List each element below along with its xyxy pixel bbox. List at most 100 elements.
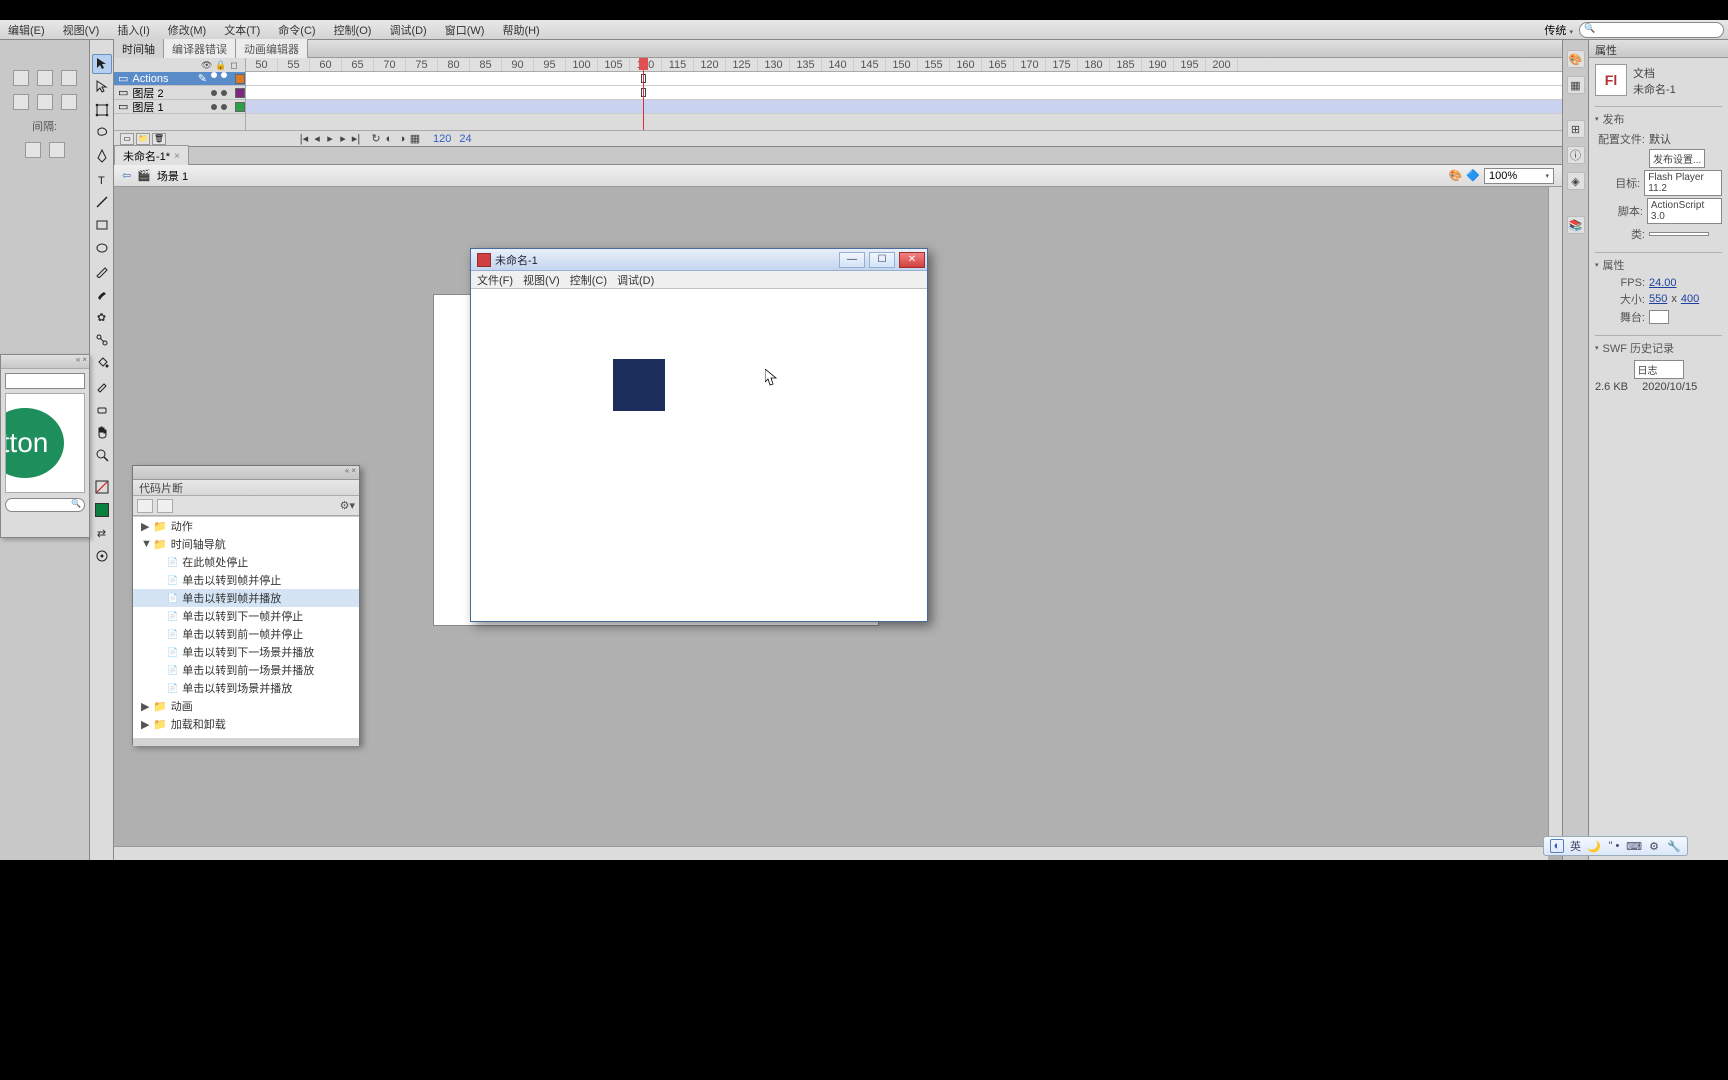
stage-color-swatch[interactable]: [1649, 310, 1669, 324]
ime-punct-icon[interactable]: " •: [1607, 839, 1621, 853]
stroke-color-swatch[interactable]: [92, 477, 112, 497]
swatches-panel-icon[interactable]: ▦: [1567, 76, 1585, 94]
next-frame-button[interactable]: ▸: [337, 133, 349, 145]
ime-mode-icon[interactable]: 🌙: [1587, 839, 1601, 853]
info-panel-icon[interactable]: ⓘ: [1567, 146, 1585, 164]
play-button[interactable]: ▸: [324, 133, 336, 145]
swf-menu-debug[interactable]: 调试(D): [617, 272, 654, 288]
onion-outlines-button[interactable]: ◑: [396, 133, 408, 145]
align-center-icon[interactable]: [37, 70, 53, 86]
script-select[interactable]: ActionScript 3.0: [1647, 198, 1722, 224]
tab-compiler-errors[interactable]: 编译器错误: [164, 39, 236, 59]
align-middle-icon[interactable]: [37, 94, 53, 110]
eraser-tool[interactable]: [92, 399, 112, 419]
snippets-options-icon[interactable]: ⚙▾: [340, 499, 355, 512]
menu-window[interactable]: 窗口(W): [441, 20, 489, 40]
snippet-item[interactable]: 📄单击以转到帧并停止: [133, 571, 359, 589]
rectangle-tool[interactable]: [92, 215, 112, 235]
swf-stage[interactable]: [473, 289, 925, 619]
menu-text[interactable]: 文本(T): [220, 20, 264, 40]
eyedropper-tool[interactable]: [92, 376, 112, 396]
paint-bucket-tool[interactable]: [92, 353, 112, 373]
text-tool[interactable]: T: [92, 169, 112, 189]
onion-skin-button[interactable]: ◐: [383, 133, 395, 145]
snippet-folder[interactable]: ▼📁时间轴导航: [133, 535, 359, 553]
add-to-frame-icon[interactable]: [137, 499, 153, 513]
edit-scene-icon[interactable]: 🎨: [1449, 169, 1463, 182]
hand-tool[interactable]: [92, 422, 112, 442]
swf-titlebar[interactable]: 未命名-1 — ☐ ✕: [471, 249, 927, 271]
library-panel-icon[interactable]: 📚: [1567, 216, 1585, 234]
ime-help-icon[interactable]: 🔧: [1667, 839, 1681, 853]
outline-column-icon[interactable]: ◻: [229, 60, 239, 71]
ime-settings-icon[interactable]: ⚙: [1647, 839, 1661, 853]
snippet-item[interactable]: 📄单击以转到场景并播放: [133, 679, 359, 697]
edit-symbol-icon[interactable]: 🔷: [1466, 169, 1480, 182]
pencil-tool[interactable]: [92, 261, 112, 281]
snippet-item[interactable]: 📄单击以转到帧并播放: [133, 589, 359, 607]
swf-menu-view[interactable]: 视图(V): [523, 272, 560, 288]
log-button[interactable]: 日志: [1634, 360, 1684, 379]
track-actions[interactable]: [246, 72, 1562, 86]
menu-debug[interactable]: 调试(D): [385, 20, 430, 40]
tab-motion-editor[interactable]: 动画编辑器: [236, 39, 308, 59]
swf-menu-control[interactable]: 控制(C): [570, 272, 607, 288]
color-panel-icon[interactable]: 🎨: [1567, 50, 1585, 68]
snippet-folder[interactable]: ▶📁动画: [133, 697, 359, 715]
snippet-folder[interactable]: ▶📁加载和卸载: [133, 715, 359, 733]
close-tab-icon[interactable]: ×: [174, 151, 180, 162]
eye-column-icon[interactable]: 👁: [201, 60, 211, 71]
library-search-input[interactable]: [5, 498, 85, 512]
track-layer2[interactable]: [246, 86, 1562, 100]
fill-color-swatch[interactable]: [92, 500, 112, 520]
panel-collapse-icon[interactable]: «: [76, 355, 80, 368]
snap-toggle[interactable]: [92, 546, 112, 566]
selection-tool[interactable]: [92, 54, 112, 74]
menu-view[interactable]: 视图(V): [59, 20, 104, 40]
snippet-item[interactable]: 📄单击以转到前一场景并播放: [133, 661, 359, 679]
tab-timeline[interactable]: 时间轴: [114, 39, 164, 59]
snippets-tree[interactable]: ▶📁动作▼📁时间轴导航📄在此帧处停止📄单击以转到帧并停止📄单击以转到帧并播放📄单…: [133, 516, 359, 738]
align-right-icon[interactable]: [61, 70, 77, 86]
align-bottom-icon[interactable]: [61, 94, 77, 110]
publish-settings-button[interactable]: 发布设置...: [1649, 149, 1705, 168]
line-tool[interactable]: [92, 192, 112, 212]
scene-name[interactable]: 场景 1: [157, 168, 188, 184]
menu-help[interactable]: 帮助(H): [498, 20, 543, 40]
menu-control[interactable]: 控制(O): [330, 20, 376, 40]
swf-menu-file[interactable]: 文件(F): [477, 272, 513, 288]
ime-icon[interactable]: ◐: [1550, 839, 1564, 853]
lasso-tool[interactable]: [92, 123, 112, 143]
align-top-icon[interactable]: [13, 94, 29, 110]
menu-commands[interactable]: 命令(C): [274, 20, 319, 40]
snippets-close-icon[interactable]: ×: [351, 466, 356, 479]
free-transform-tool[interactable]: [92, 100, 112, 120]
panel-close-icon[interactable]: ×: [82, 355, 87, 368]
workspace-switcher[interactable]: 传统 ▾: [1544, 22, 1573, 38]
delete-layer-button[interactable]: 🗑: [152, 133, 166, 145]
ime-keyboard-icon[interactable]: ⌨: [1627, 839, 1641, 853]
bone-tool[interactable]: [92, 330, 112, 350]
ime-language-bar[interactable]: ◐ 英 🌙 " • ⌨ ⚙ 🔧: [1543, 836, 1688, 856]
playhead[interactable]: [643, 58, 644, 130]
swap-colors-icon[interactable]: ⇄: [92, 523, 112, 543]
minimize-button[interactable]: —: [839, 252, 865, 268]
new-folder-button[interactable]: 📁: [136, 133, 150, 145]
first-frame-button[interactable]: |◂: [298, 133, 310, 145]
class-input[interactable]: [1649, 232, 1709, 236]
pen-tool[interactable]: [92, 146, 112, 166]
align-left-icon[interactable]: [13, 70, 29, 86]
edit-multiple-button[interactable]: ▦: [409, 133, 421, 145]
loop-button[interactable]: ↻: [370, 133, 382, 145]
snippet-item[interactable]: 📄单击以转到下一帧并停止: [133, 607, 359, 625]
last-frame-button[interactable]: ▸|: [350, 133, 362, 145]
close-button[interactable]: ✕: [899, 252, 925, 268]
horizontal-scrollbar[interactable]: [114, 846, 1548, 860]
height-input[interactable]: 400: [1681, 293, 1699, 305]
frames-area[interactable]: 5055606570758085909510010511011512012513…: [246, 58, 1562, 130]
deco-tool[interactable]: ✿: [92, 307, 112, 327]
fps-input[interactable]: 24.00: [1649, 277, 1677, 289]
subselection-tool[interactable]: [92, 77, 112, 97]
snippets-collapse-icon[interactable]: «: [345, 466, 349, 479]
distribute-v-icon[interactable]: [49, 142, 65, 158]
